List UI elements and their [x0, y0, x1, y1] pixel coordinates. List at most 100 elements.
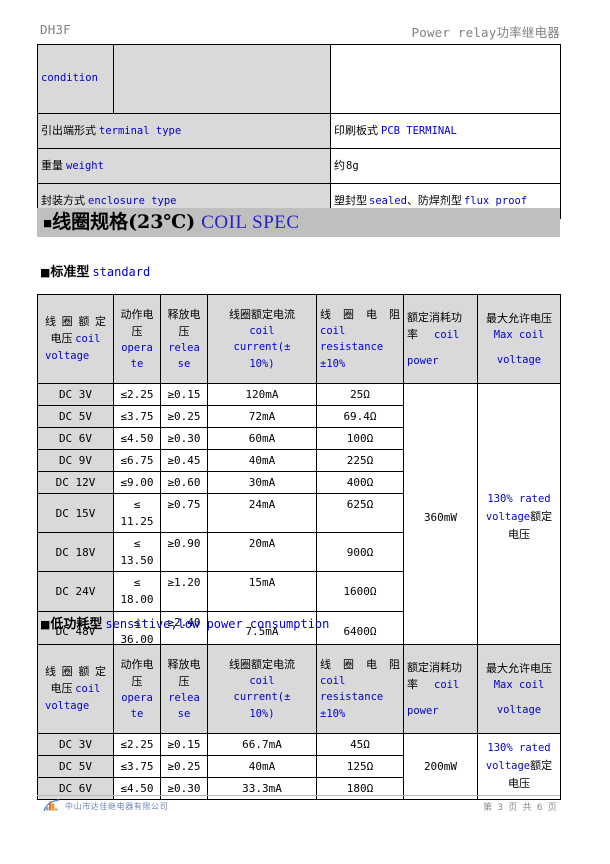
weight-label-zh: 重量 [41, 158, 63, 172]
cell-release: ≥0.45 [160, 449, 208, 473]
cell-resistance: 100Ω [316, 427, 404, 451]
header-product-title: Power relay功率继电器 [412, 22, 561, 41]
enclosure-type-label-zh: 封装方式 [41, 193, 85, 207]
header-operate-en-a: opera [121, 691, 153, 704]
enclosure-type-value-en2: flux proof [463, 194, 528, 207]
standard-marker-icon: ■ [40, 266, 51, 279]
header-release-en-b: se [177, 708, 191, 721]
terminal-type-label-zh: 引出端形式 [41, 123, 96, 137]
coil-spec-section-bar: ■线圈规格(23℃) COIL SPEC [37, 208, 560, 237]
cell-release: ≥0.15 [160, 732, 208, 757]
footer-company-name: 中山市达佳继电器有限公司 [65, 802, 169, 811]
header-coil-power-zh-b: 率 [407, 677, 418, 691]
table-row: 引出端形式 terminal type 印刷板式 PCB TERMINAL [37, 113, 561, 149]
header-operate-en-b: te [130, 708, 144, 721]
header-coil-voltage-line2: 电压 coil [41, 680, 110, 698]
table-header-row: 线 圈 额 定 电压 coil voltage 动作电 压 opera te 释… [37, 294, 561, 384]
header-operate-voltage: 动作电 压 opera te [113, 294, 161, 384]
cell-release: ≥0.90 [160, 532, 208, 573]
cell-resistance: 69.4Ω [316, 405, 404, 429]
header-max-voltage-en-a: Max coil [493, 678, 545, 691]
cell-condition-value [330, 44, 561, 114]
weight-value-zh: 约 [334, 158, 345, 172]
header-product-title-zh: 功率继电器 [496, 25, 560, 40]
cell-resistance: 1600Ω [316, 571, 404, 612]
cell-operate: ≤6.75 [113, 449, 161, 473]
page-running-header: DH3F Power relay功率继电器 [37, 22, 560, 45]
cell-voltage: DC 24V [37, 571, 114, 612]
header-coil-voltage-zh-b: 电压 [50, 682, 73, 696]
header-coil-power-en-c: power [407, 354, 439, 367]
header-coil-resistance-en-c: ±10% [320, 357, 346, 370]
cell-current: 72mA [207, 405, 317, 429]
terminal-type-label-en: terminal type [99, 124, 182, 137]
header-product-title-en: Power relay [411, 25, 497, 40]
header-max-voltage-en-a: Max coil [493, 328, 545, 341]
header-coil-power-zh-b: 率 [407, 327, 418, 341]
header-operate-zh-b: 压 [131, 674, 143, 688]
cell-current: 60mA [207, 427, 317, 451]
header-coil-voltage-en-b: voltage [45, 350, 90, 363]
cell-current: 120mA [207, 382, 317, 407]
header-operate-zh-a: 动作电 [120, 657, 154, 671]
cell-operate: ≤9.00 [113, 471, 161, 495]
cell-resistance: 225Ω [316, 449, 404, 473]
cell-max-voltage: 130% rated voltage额定电压 [477, 732, 561, 801]
cell-operate: ≤ 11.25 [113, 493, 161, 534]
cell-voltage: DC 3V [37, 382, 114, 407]
header-release-en-a: relea [168, 691, 200, 704]
header-release-zh-a: 释放电 [167, 307, 201, 321]
header-max-voltage: 最大允许电压 Max coil voltage [477, 294, 561, 384]
cell-release: ≥0.60 [160, 471, 208, 495]
cell-release: ≥0.75 [160, 493, 208, 534]
cell-current: 40mA [207, 755, 317, 779]
header-release-zh-a: 释放电 [167, 657, 201, 671]
header-release-zh-b: 压 [178, 324, 190, 338]
header-operate-en-b: te [130, 358, 144, 371]
cell-resistance: 900Ω [316, 532, 404, 573]
specification-continuation-table: condition 引出端形式 terminal type 印刷板式 PCB TER… [37, 44, 561, 219]
header-coil-power-zh-a: 额定消耗功 [407, 310, 462, 324]
company-logo-icon [43, 799, 60, 812]
header-coil-resistance-zh-a: 线 圈 电 阻 [320, 308, 400, 322]
cell-voltage: DC 15V [37, 493, 114, 534]
enclosure-type-value-en: sealed [369, 194, 407, 207]
cell-weight-value: 约8g [330, 148, 561, 184]
table-row: DC 3V ≤2.25 ≥0.15 120mA 25Ω 360mW 130% r… [37, 382, 561, 653]
cell-voltage: DC 12V [37, 471, 114, 495]
header-coil-current-en-a: coil [249, 325, 275, 338]
table-row: condition [37, 44, 561, 114]
cell-operate: ≤3.75 [113, 755, 161, 779]
cell-release: ≥1.20 [160, 571, 208, 612]
header-coil-power-en-b: coil [434, 328, 460, 341]
cell-current: 15mA [207, 571, 317, 612]
header-operate-voltage: 动作电 压 opera te [113, 644, 161, 734]
cell-power: 360mW [403, 383, 478, 653]
cell-current: 24mA [207, 493, 317, 534]
header-coil-power-en-b: coil [434, 678, 460, 691]
cell-resistance: 625Ω [316, 493, 404, 534]
cell-operate: ≤ 18.00 [113, 571, 161, 612]
cell-current: 66.7mA [207, 732, 317, 757]
header-max-voltage: 最大允许电压 Max coil voltage [477, 644, 561, 734]
standard-coil-spec-table: 线 圈 额 定 电压 coil voltage 动作电 压 opera te 释… [37, 294, 561, 653]
header-release-en-a: relea [168, 341, 200, 354]
standard-subtitle-zh: 标准型 [50, 265, 90, 280]
header-coil-voltage-en-a: coil [75, 683, 101, 696]
header-coil-resistance: 线 圈 电 阻 coil resistance ±10% [316, 644, 404, 734]
footer-page-number: 第 3 页 共 6 页 [483, 803, 558, 813]
sensitive-subtitle-en: sensitive,low power consumption [105, 617, 330, 631]
header-model-title: DH3F [40, 22, 71, 37]
cell-voltage: DC 9V [37, 449, 114, 473]
header-coil-power: 额定消耗功 率 coil power [403, 294, 478, 384]
header-coil-current-en-b: current(± [233, 691, 291, 704]
cell-resistance: 125Ω [316, 755, 404, 779]
header-coil-voltage-en-a: coil [75, 333, 101, 346]
header-max-voltage-zh-a: 最大允许电压 [486, 661, 552, 675]
cell-release: ≥0.25 [160, 755, 208, 779]
sensitive-coil-spec-table: 线 圈 额 定 电压 coil voltage 动作电 压 opera te 释… [37, 644, 561, 801]
header-coil-resistance-en-b: resistance [320, 341, 384, 354]
header-coil-current-en-c: 10%) [249, 707, 275, 720]
header-coil-resistance-en-c: ±10% [320, 707, 346, 720]
weight-value-en: 8g [346, 159, 359, 172]
